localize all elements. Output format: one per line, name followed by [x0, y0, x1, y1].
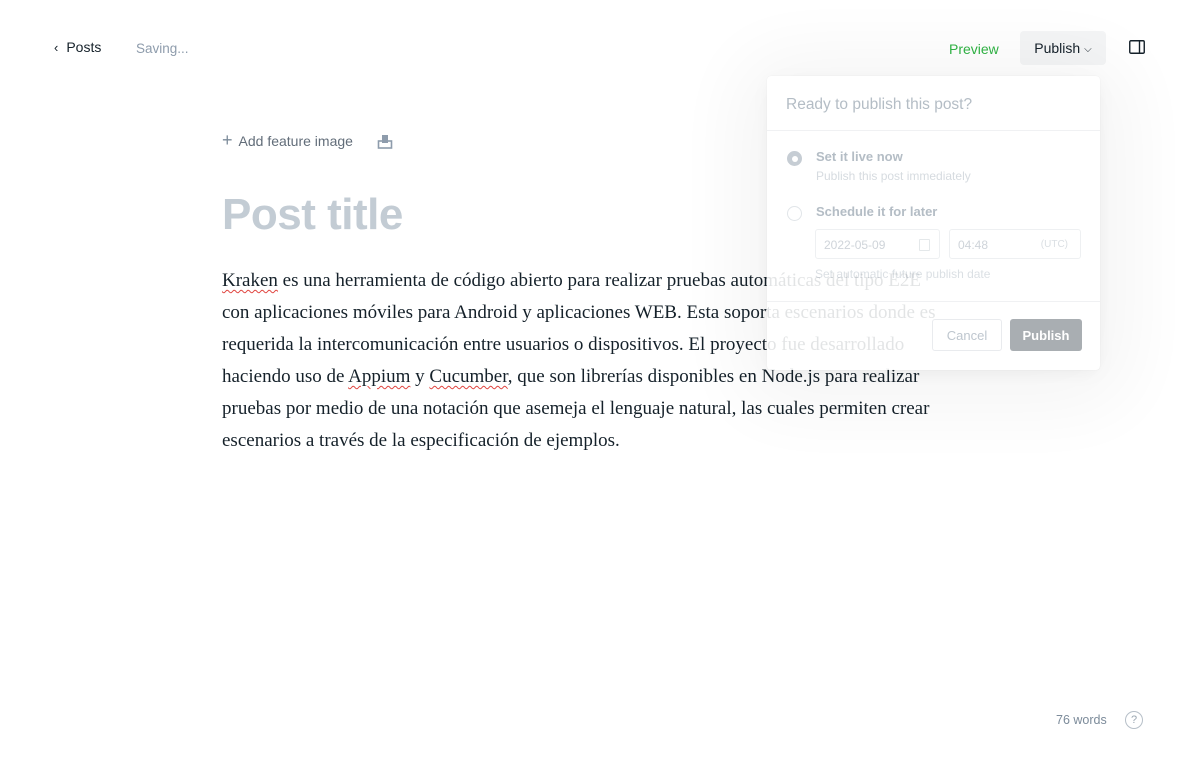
- word-count: 76 words: [1056, 713, 1107, 727]
- misspelled-word: Kraken: [222, 270, 278, 291]
- back-label: Posts: [66, 39, 102, 55]
- option-title: Schedule it for later: [816, 204, 938, 219]
- schedule-hint: Set automatic future publish date: [815, 267, 991, 281]
- body-text-segment: y: [410, 366, 430, 387]
- help-icon[interactable]: ?: [1125, 711, 1143, 729]
- sidebar-toggle-icon[interactable]: [1129, 40, 1145, 54]
- confirm-publish-button[interactable]: Publish: [1010, 319, 1082, 351]
- chevron-left-icon: ‹: [54, 39, 59, 55]
- misspelled-word: Cucumber: [429, 366, 508, 387]
- publish-popover-header: Ready to publish this post?: [767, 76, 1100, 131]
- time-value: 04:48: [958, 238, 989, 252]
- radio-schedule-later[interactable]: [787, 206, 802, 221]
- save-status: Saving...: [136, 41, 189, 56]
- radio-set-live-now[interactable]: [787, 151, 802, 166]
- snippet-icon[interactable]: [377, 134, 393, 149]
- date-value: 2022-05-09: [824, 238, 886, 252]
- publish-popover: Ready to publish this post? Set it live …: [767, 76, 1100, 370]
- option-title: Set it live now: [816, 149, 903, 164]
- post-title-input[interactable]: Post title: [222, 190, 403, 240]
- publish-menu-trigger[interactable]: Publish ⌵: [1020, 31, 1106, 65]
- add-feature-image-button[interactable]: + Add feature image: [222, 130, 353, 150]
- calendar-icon: [919, 239, 930, 251]
- schedule-time-input[interactable]: 04:48 (UTC): [949, 229, 1081, 259]
- schedule-date-input[interactable]: 2022-05-09: [815, 229, 940, 259]
- misspelled-word: Appium: [348, 366, 411, 387]
- add-feature-image-label: Add feature image: [238, 133, 353, 149]
- option-set-live-now[interactable]: Set it live now Publish this post immedi…: [787, 149, 971, 183]
- publish-popover-title: Ready to publish this post?: [786, 96, 973, 113]
- option-schedule-later[interactable]: Schedule it for later: [787, 204, 937, 221]
- publish-trigger-label: Publish: [1034, 40, 1081, 56]
- option-description: Publish this post immediately: [816, 169, 971, 183]
- cancel-button[interactable]: Cancel: [932, 319, 1002, 351]
- preview-button[interactable]: Preview: [949, 41, 999, 57]
- popover-divider: [767, 301, 1100, 302]
- plus-icon: +: [222, 130, 233, 150]
- chevron-down-icon: ⌵: [1084, 43, 1092, 55]
- back-to-posts-link[interactable]: ‹ Posts: [54, 39, 101, 55]
- timezone-label: (UTC): [1040, 239, 1068, 250]
